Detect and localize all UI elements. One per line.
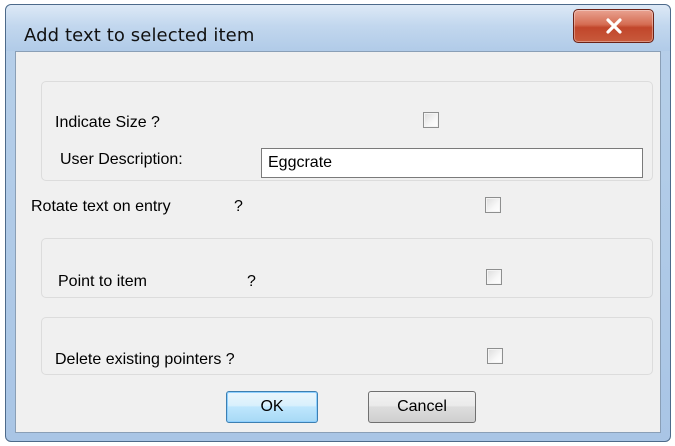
user-description-input[interactable]: Eggcrate: [261, 148, 643, 178]
point-to-item-checkbox[interactable]: [486, 269, 502, 285]
rotate-text-question-mark: ?: [234, 198, 243, 215]
ok-button[interactable]: OK: [226, 391, 318, 423]
indicate-size-label: Indicate Size ?: [55, 114, 160, 131]
rotate-text-label: Rotate text on entry: [31, 198, 171, 215]
delete-pointers-checkbox[interactable]: [487, 348, 503, 364]
cancel-button[interactable]: Cancel: [368, 391, 476, 423]
dialog-window: Add text to selected item Indicate Size …: [5, 4, 671, 442]
title-bar[interactable]: Add text to selected item: [6, 5, 670, 51]
rotate-text-checkbox[interactable]: [485, 197, 501, 213]
user-description-label: User Description:: [60, 151, 183, 168]
close-button[interactable]: [573, 9, 654, 43]
close-icon: [606, 18, 622, 34]
delete-pointers-label: Delete existing pointers ?: [55, 351, 235, 368]
point-to-item-question-mark: ?: [247, 273, 256, 290]
dialog-title: Add text to selected item: [24, 25, 255, 46]
dialog-client-area: Indicate Size ? User Description: Eggcra…: [15, 51, 661, 433]
point-to-item-label: Point to item: [58, 273, 147, 290]
indicate-size-checkbox[interactable]: [423, 112, 439, 128]
